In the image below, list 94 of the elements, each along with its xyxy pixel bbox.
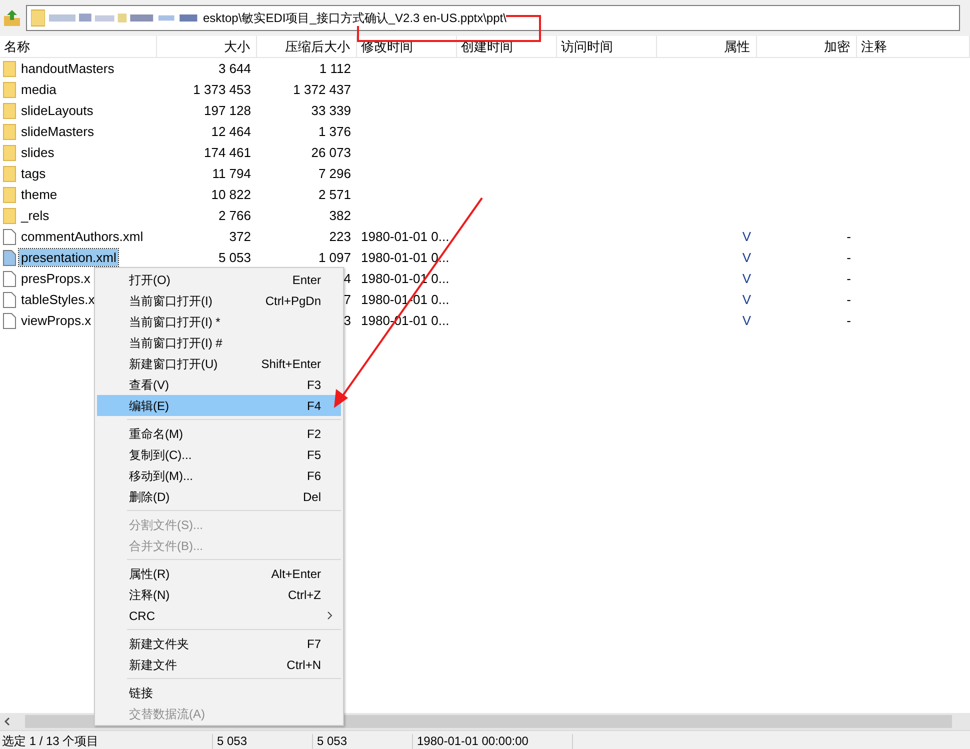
status-text: 选定 1 / 13 个项目 [0,734,213,749]
folder-icon [3,102,16,118]
column-header[interactable]: 压缩后大小 [257,36,357,58]
table-cell: V [742,312,751,328]
table-cell: 372 [229,228,251,244]
menu-item[interactable]: 查看(V) F3 [97,374,341,395]
column-header[interactable]: 属性 [657,36,757,58]
menu-item[interactable]: 当前窗口打开(I) # [97,332,341,353]
menu-item[interactable]: 移动到(M)... F6 [97,465,341,486]
file-name[interactable]: viewProps.x [19,312,94,329]
table-cell: 1 097 [318,250,351,265]
menu-item[interactable]: 编辑(E) F4 [97,395,341,416]
menu-item[interactable]: 新建文件 Ctrl+N [97,654,341,675]
menu-item[interactable]: 链接 [97,682,341,703]
table-cell: - [846,270,851,286]
file-icon [3,250,16,266]
file-name[interactable]: theme [19,186,60,203]
table-cell: 2 766 [218,208,251,223]
file-icon [3,292,16,308]
column-header[interactable]: 注释 [857,36,970,58]
table-cell: 1 112 [319,60,351,76]
folder-icon [3,60,16,76]
scroll-left-icon[interactable] [4,717,11,726]
table-cell: 1 372 437 [293,82,351,97]
column-header[interactable]: 大小 [157,36,257,58]
table-cell: 33 339 [311,102,351,118]
status-text: 1980-01-01 00:00:00 [413,734,573,749]
table-cell: - [846,250,851,265]
file-icon [3,228,16,244]
menu-item[interactable]: 重命名(M) F2 [97,423,341,444]
column-header[interactable]: 名称 [0,36,157,58]
chevron-right-icon [327,611,333,620]
address-path: esktop\敏实EDI项目_接口方式确认_V2.3 en-US.pptx\ppt\ [203,10,506,26]
up-folder-icon[interactable] [2,8,22,28]
table-cell: V [742,270,751,286]
table-cell: - [846,228,851,244]
table-cell: 1 373 453 [193,82,251,97]
file-name[interactable]: handoutMasters [19,60,116,77]
table-cell: 7 296 [318,166,351,181]
table-cell: 5 053 [218,250,251,265]
folder-icon [3,124,16,140]
folder-icon [3,82,16,98]
table-cell: 382 [329,208,351,223]
address-field[interactable]: esktop\敏实EDI项目_接口方式确认_V2.3 en-US.pptx\ppt\ [26,5,960,31]
table-cell: 11 794 [212,166,251,181]
table-cell: - [846,312,851,328]
menu-item[interactable]: 删除(D) Del [97,486,341,507]
table-cell: - [846,292,851,307]
table-cell: 3 644 [218,60,251,76]
file-name[interactable]: slides [19,144,56,161]
table-cell: 12 464 [211,124,251,139]
file-name[interactable]: slideMasters [19,123,96,140]
menu-item[interactable]: CRC [97,605,341,626]
folder-icon [3,208,16,224]
menu-item[interactable]: 当前窗口打开(I) * [97,311,341,332]
file-icon [3,270,16,286]
status-text: 5 053 [213,734,313,749]
table-cell: 26 073 [311,144,351,160]
file-name[interactable]: slideLayouts [19,102,96,119]
table-cell: 2 571 [318,186,351,202]
file-name[interactable]: tags [19,165,48,182]
table-cell: 10 822 [211,186,251,202]
folder-icon [3,144,16,160]
file-name[interactable]: media [19,81,58,98]
table-cell: 174 461 [204,144,251,160]
table-cell: 223 [329,228,351,244]
table-cell: V [742,250,751,265]
table-cell: 7 [344,292,351,307]
status-text: 5 053 [313,734,413,749]
column-header[interactable]: 加密 [757,36,857,58]
file-name[interactable]: commentAuthors.xml [19,228,146,245]
menu-item[interactable]: 新建文件夹 F7 [97,633,341,654]
folder-icon [31,9,45,27]
menu-item[interactable]: 注释(N) Ctrl+Z [97,584,341,605]
menu-item[interactable]: 打开(O) Enter [97,269,341,290]
file-name[interactable]: presProps.x [19,270,92,287]
table-cell: 1980-01-01 0... [361,228,450,244]
folder-icon [3,166,16,182]
table-cell: V [742,292,751,307]
menu-item[interactable]: 新建窗口打开(U) Shift+Enter [97,353,341,374]
column-header[interactable]: 访问时间 [557,36,657,58]
menu-item[interactable]: 复制到(C)... F5 [97,444,341,465]
menu-item[interactable]: 当前窗口打开(I) Ctrl+PgDn [97,290,341,311]
file-name[interactable]: tableStyles.x [19,291,97,308]
folder-icon [3,186,16,202]
file-name[interactable]: presentation.xml [19,249,118,266]
file-icon [3,312,16,328]
table-cell: 197 128 [204,102,251,118]
table-cell: 3 [344,312,351,328]
table-cell: 4 [344,270,351,286]
table-cell: V [742,228,751,244]
menu-item[interactable]: 属性(R) Alt+Enter [97,563,341,584]
file-name[interactable]: _rels [19,207,52,224]
table-cell: 1 376 [318,124,351,139]
